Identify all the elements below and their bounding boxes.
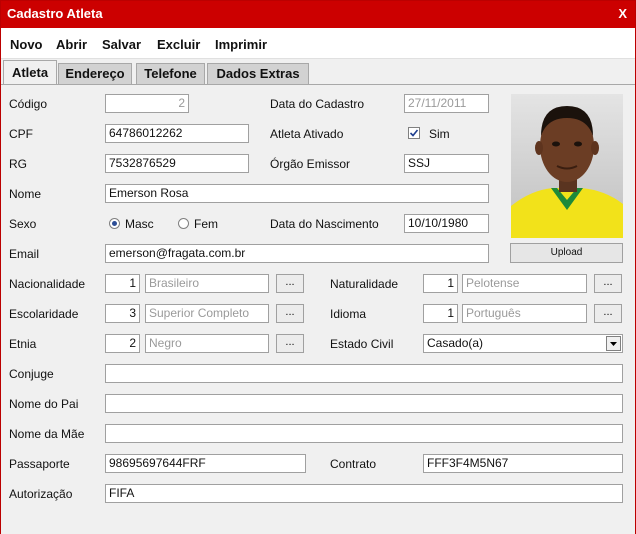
contrato-label: Contrato — [330, 457, 377, 471]
athlete-photo — [511, 94, 623, 238]
estado-civil-value: Casado(a) — [427, 336, 484, 350]
close-button[interactable]: X — [618, 6, 627, 21]
menu-excluir[interactable]: Excluir — [157, 37, 200, 52]
data-nascimento-label: Data do Nascimento — [270, 217, 379, 231]
estado-civil-label: Estado Civil — [330, 337, 394, 351]
nacionalidade-lookup-button[interactable]: ... — [276, 274, 304, 293]
etnia-label: Etnia — [9, 337, 37, 351]
atleta-ativado-option: Sim — [429, 127, 450, 141]
autorizacao-label: Autorização — [9, 487, 73, 501]
email-label: Email — [9, 247, 40, 261]
atleta-ativado-checkbox[interactable] — [408, 127, 420, 139]
menu-abrir[interactable]: Abrir — [56, 37, 87, 52]
menu-imprimir[interactable]: Imprimir — [215, 37, 267, 52]
tab-dados-extras[interactable]: Dados Extras — [207, 63, 309, 84]
data-cadastro-label: Data do Cadastro — [270, 97, 365, 111]
escolaridade-name-field[interactable]: Superior Completo — [145, 304, 269, 323]
nome-pai-field[interactable] — [105, 394, 623, 413]
nacionalidade-label: Nacionalidade — [9, 277, 86, 291]
escolaridade-lookup-button[interactable]: ... — [276, 304, 304, 323]
contrato-field[interactable]: FFF3F4M5N67 — [423, 454, 623, 473]
chevron-down-icon[interactable] — [606, 336, 621, 351]
naturalidade-label: Naturalidade — [330, 277, 399, 291]
tab-telefone[interactable]: Telefone — [136, 63, 205, 84]
idioma-name-field[interactable]: Português — [462, 304, 587, 323]
etnia-code-field[interactable]: 2 — [105, 334, 140, 353]
rg-field[interactable]: 7532876529 — [105, 154, 249, 173]
cadastro-atleta-window: Cadastro Atleta X Novo Abrir Salvar Excl… — [0, 0, 636, 534]
etnia-lookup-button[interactable]: ... — [276, 334, 304, 353]
naturalidade-lookup-button[interactable]: ... — [594, 274, 622, 293]
data-nascimento-field[interactable]: 10/10/1980 — [404, 214, 489, 233]
orgao-emissor-label: Órgão Emissor — [270, 157, 351, 171]
tab-bar: Atleta Endereço Telefone Dados Extras — [1, 59, 635, 84]
orgao-emissor-field[interactable]: SSJ — [404, 154, 489, 173]
sexo-masc-label: Masc — [125, 217, 154, 231]
checkmark-icon — [409, 129, 419, 137]
atleta-panel: Código 2 Data do Cadastro 27/11/2011 CPF… — [1, 84, 635, 534]
passaporte-label: Passaporte — [9, 457, 70, 471]
cpf-label: CPF — [9, 127, 33, 141]
nome-mae-label: Nome da Mãe — [9, 427, 85, 441]
upload-button[interactable]: Upload — [510, 243, 623, 263]
nacionalidade-code-field[interactable]: 1 — [105, 274, 140, 293]
dropdown-arrow-icon — [610, 342, 617, 346]
sexo-fem-radio[interactable] — [178, 218, 189, 229]
title-bar: Cadastro Atleta X — [1, 1, 635, 28]
idioma-code-field[interactable]: 1 — [423, 304, 458, 323]
escolaridade-code-field[interactable]: 3 — [105, 304, 140, 323]
etnia-name-field[interactable]: Negro — [145, 334, 269, 353]
menu-novo[interactable]: Novo — [10, 37, 43, 52]
conjuge-field[interactable] — [105, 364, 623, 383]
nome-mae-field[interactable] — [105, 424, 623, 443]
sexo-masc-radio[interactable] — [109, 218, 120, 229]
tab-endereco[interactable]: Endereço — [58, 63, 132, 84]
rg-label: RG — [9, 157, 27, 171]
window-title: Cadastro Atleta — [7, 6, 103, 21]
autorizacao-field[interactable]: FIFA — [105, 484, 623, 503]
tab-atleta[interactable]: Atleta — [3, 60, 57, 84]
atleta-ativado-label: Atleta Ativado — [270, 127, 344, 141]
naturalidade-code-field[interactable]: 1 — [423, 274, 458, 293]
nome-field[interactable]: Emerson Rosa — [105, 184, 489, 203]
escolaridade-label: Escolaridade — [9, 307, 79, 321]
data-cadastro-field[interactable]: 27/11/2011 — [404, 94, 489, 113]
idioma-label: Idioma — [330, 307, 367, 321]
naturalidade-name-field[interactable]: Pelotense — [462, 274, 587, 293]
nome-pai-label: Nome do Pai — [9, 397, 79, 411]
menu-salvar[interactable]: Salvar — [102, 37, 141, 52]
estado-civil-select[interactable]: Casado(a) — [423, 334, 623, 353]
passaporte-field[interactable]: 98695697644FRF — [105, 454, 306, 473]
athlete-photo-image — [511, 94, 623, 238]
conjuge-label: Conjuge — [9, 367, 54, 381]
sexo-fem-label: Fem — [194, 217, 218, 231]
menu-bar: Novo Abrir Salvar Excluir Imprimir — [1, 28, 635, 59]
idioma-lookup-button[interactable]: ... — [594, 304, 622, 323]
sexo-label: Sexo — [9, 217, 37, 231]
codigo-field[interactable]: 2 — [105, 94, 189, 113]
nome-label: Nome — [9, 187, 42, 201]
codigo-label: Código — [9, 97, 48, 111]
email-field[interactable]: emerson@fragata.com.br — [105, 244, 489, 263]
nacionalidade-name-field[interactable]: Brasileiro — [145, 274, 269, 293]
cpf-field[interactable]: 64786012262 — [105, 124, 249, 143]
